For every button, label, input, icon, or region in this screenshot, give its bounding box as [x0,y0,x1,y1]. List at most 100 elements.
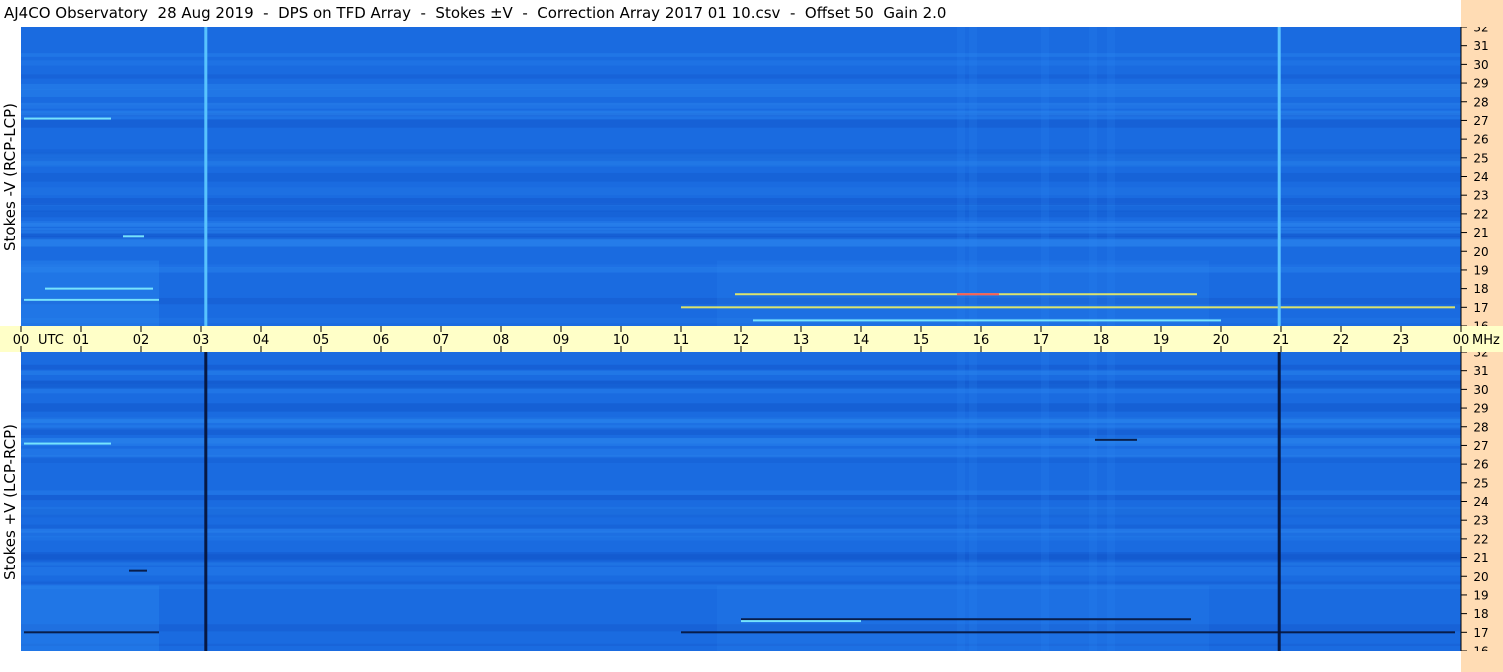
frequency-tick-label: 22 [1473,532,1488,546]
frequency-tick-label: 17 [1473,301,1488,315]
band-stripe [21,221,1461,226]
time-tick-label: 07 [433,333,450,348]
time-tick-label: 02 [133,333,150,348]
frequency-tick-label: 24 [1473,170,1488,184]
time-tick-label: 09 [553,333,570,348]
frequency-tick-label: 18 [1473,607,1488,621]
band-stripe [21,364,1461,370]
band-stripe [21,74,1461,79]
rfi-column [957,27,965,326]
time-tick-label: 18 [1093,333,1110,348]
time-tick-label: 20 [1213,333,1230,348]
band-stripe [21,509,1461,518]
band-stripe [21,425,1461,430]
rfi-column [1107,27,1115,326]
time-tick-label: 04 [253,333,270,348]
rfi-column [969,352,977,651]
vertical-line [204,27,208,326]
band-stripe [21,530,1461,538]
burst-streak [24,117,111,120]
frequency-tick-label: 28 [1473,95,1488,109]
band-stripe [21,230,1461,234]
rfi-column [1041,27,1049,326]
vertical-line [204,352,208,651]
band-stripe [21,448,1461,457]
time-tick-label: 23 [1393,333,1410,348]
band-stripe [21,524,1461,529]
time-tick-label: 21 [1273,333,1290,348]
time-tick-label: 11 [673,333,690,348]
band-stripe [21,238,1461,247]
frequency-tick-label: 19 [1473,263,1488,277]
vertical-line [1277,27,1281,326]
frequency-strip-header [1461,0,1503,27]
burst-streak [681,631,1455,634]
burst-streak [24,631,159,634]
vertical-line [1277,352,1281,651]
panel-top: 3231302928272625242322212019181716 [21,21,1503,334]
band-stripe [21,380,1461,389]
burst-streak [123,235,144,238]
band-stripe [21,438,1461,446]
rfi-column [1089,352,1097,651]
burst-streak [957,293,999,296]
band-stripe [21,83,1461,90]
frequency-tick-label: 26 [1473,458,1488,472]
burst-streak [741,618,1191,621]
time-tick-label: 01 [73,333,90,348]
rfi-column [1107,352,1115,651]
burst-streak [129,569,147,572]
frequency-tick-label: 25 [1473,151,1488,165]
band-stripe [21,53,1461,57]
burst-streak [741,620,861,623]
burst-streak [24,442,111,445]
panel-bottom: 3231302928272625242322212019181716 [21,346,1503,659]
burst-streak [45,287,153,290]
time-tick-label: 14 [853,333,870,348]
time-tick-label: 15 [913,333,930,348]
band-stripe [21,566,1461,576]
burst-streak [24,298,159,301]
frequency-tick-label: 29 [1473,402,1488,416]
band-stripe [21,494,1461,501]
band-stripe [21,403,1461,412]
frequency-strip-footer [1461,651,1503,672]
time-tick-label: 12 [733,333,750,348]
burst-streak [1095,438,1137,441]
frequency-tick-label: 26 [1473,133,1488,147]
time-tick-label: 05 [313,333,330,348]
frequency-tick-label: 31 [1473,39,1488,53]
band-stripe [21,172,1461,182]
frequency-tick-label: 21 [1473,551,1488,565]
rfi-column [957,352,965,651]
band-stripe [21,562,1461,566]
frequency-tick-label: 22 [1473,207,1488,221]
frequency-tick-label: 23 [1473,514,1488,528]
rfi-column [1089,27,1097,326]
time-tick-label: 06 [373,333,390,348]
time-tick-label: 17 [1033,333,1050,348]
burst-streak [681,306,1455,309]
emission-glow [21,260,159,326]
frequency-tick-label: 20 [1473,245,1488,259]
band-stripe [21,119,1461,128]
frequency-tick-label: 30 [1473,58,1488,72]
band-stripe [21,60,1461,66]
frequency-tick-label: 23 [1473,189,1488,203]
time-tick-label: 10 [613,333,630,348]
band-stripe [21,149,1461,155]
band-stripe [21,370,1461,375]
frequency-tick-label: 17 [1473,626,1488,640]
rfi-column [1041,352,1049,651]
frequency-tick-label: 19 [1473,588,1488,602]
band-stripe [21,187,1461,196]
time-tick-label: 03 [193,333,210,348]
time-tick-label: 13 [793,333,810,348]
frequency-tick-label: 21 [1473,226,1488,240]
time-tick-label: 22 [1333,333,1350,348]
frequency-tick-label: 30 [1473,383,1488,397]
band-stripe [21,580,1461,585]
frequency-tick-label: 28 [1473,420,1488,434]
time-tick-label: 19 [1153,333,1170,348]
band-stripe [21,490,1461,496]
